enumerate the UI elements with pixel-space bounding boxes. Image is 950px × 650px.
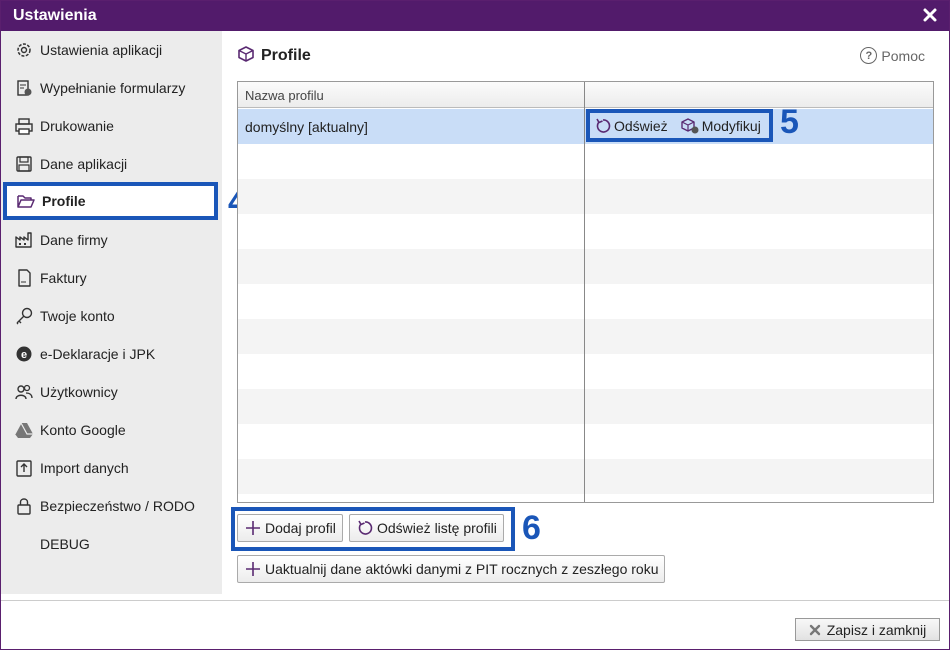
add-profile-button[interactable]: Dodaj profil <box>237 514 343 542</box>
sidebar-item-label: Bezpieczeństwo / RODO <box>40 498 195 514</box>
help-link[interactable]: ? Pomoc <box>860 47 925 64</box>
modify-row-label: Modyfikuj <box>701 117 761 134</box>
column-divider <box>584 82 585 502</box>
profile-name-cell: domyślny [aktualny] <box>245 119 368 135</box>
sidebar-item-uzytkownicy[interactable]: Użytkownicy <box>1 373 222 411</box>
sidebar-item-label: Drukowanie <box>40 118 114 134</box>
sidebar-item-label: Dane firmy <box>40 232 108 248</box>
users-icon <box>14 382 34 402</box>
help-label: Pomoc <box>881 47 925 64</box>
sidebar-item-label: Użytkownicy <box>40 384 118 400</box>
close-icon[interactable] <box>921 6 939 24</box>
sidebar-item-label: e-Deklaracje i JPK <box>40 346 156 362</box>
table-row-empty <box>238 459 933 494</box>
callout-5: 5 <box>780 103 799 141</box>
sidebar-item-label: Konto Google <box>40 422 126 438</box>
google-drive-icon <box>14 420 34 440</box>
table-row-empty <box>238 249 933 284</box>
window-title: Ustawienia <box>13 7 97 24</box>
save-and-close-label: Zapisz i zamknij <box>826 621 927 638</box>
sidebar-item-konto-google[interactable]: Konto Google <box>1 411 222 449</box>
save-and-close-button[interactable]: Zapisz i zamknij <box>795 618 940 641</box>
table-row-empty <box>238 319 933 354</box>
page-header: Profile <box>237 45 311 66</box>
refresh-list-label: Odśwież listę profili <box>377 520 497 536</box>
footer-divider <box>1 600 949 601</box>
profiles-table: Nazwa profilu domyślny [aktualny] <box>237 81 934 503</box>
update-pit-label: Uaktualnij dane aktówki danymi z PIT roc… <box>265 561 659 577</box>
sidebar-item-label: Faktury <box>40 270 87 286</box>
table-row-empty <box>238 284 933 319</box>
sidebar-item-faktury[interactable]: Faktury <box>1 259 222 297</box>
e-declaration-icon: e <box>14 344 34 364</box>
sidebar-item-label: Profile <box>42 193 86 209</box>
table-header: Nazwa profilu <box>238 82 933 108</box>
close-x-icon <box>809 624 820 635</box>
key-icon <box>14 306 34 326</box>
help-question-icon: ? <box>860 47 878 64</box>
sidebar-item-drukowanie[interactable]: Drukowanie <box>1 107 222 145</box>
table-row-empty <box>238 144 933 179</box>
invoice-icon <box>14 268 34 288</box>
table-row-empty <box>238 179 933 214</box>
title-bar: Ustawienia <box>1 1 949 31</box>
sidebar-item-e-deklaracje[interactable]: e e-Deklaracje i JPK <box>1 335 222 373</box>
import-icon <box>14 458 34 478</box>
printer-icon <box>14 116 34 136</box>
sidebar-item-bezpieczenstwo[interactable]: Bezpieczeństwo / RODO <box>1 487 222 525</box>
settings-window: Ustawienia Ustawienia aplikacji Wypełnia… <box>0 0 950 650</box>
sidebar-item-label: Ustawienia aplikacji <box>40 42 163 58</box>
sidebar-item-dane-aplikacji[interactable]: Dane aplikacji <box>1 145 222 183</box>
plus-icon <box>246 521 260 535</box>
page-title: Profile <box>261 46 311 64</box>
table-row-empty <box>238 424 933 459</box>
lock-icon <box>14 496 34 516</box>
refresh-list-button[interactable]: Odśwież listę profili <box>349 514 504 542</box>
svg-text:e: e <box>21 349 27 361</box>
sidebar-item-label: Twoje konto <box>40 308 115 324</box>
refresh-icon <box>358 520 373 535</box>
table-row-empty <box>238 389 933 424</box>
sidebar-item-wypelnianie-formularzy[interactable]: Wypełnianie formularzy <box>1 69 222 107</box>
sidebar-item-import-danych[interactable]: Import danych <box>1 449 222 487</box>
sidebar-item-label: Dane aplikacji <box>40 156 128 172</box>
sidebar-item-label: Wypełnianie formularzy <box>40 80 186 96</box>
row-actions: Odśwież Modyfikuj <box>586 109 773 142</box>
sidebar-item-twoje-konto[interactable]: Twoje konto <box>1 297 222 335</box>
save-disk-icon <box>14 154 34 174</box>
callout-6: 6 <box>522 509 541 547</box>
sidebar-item-profile[interactable]: Profile <box>3 182 218 220</box>
refresh-row-label: Odśwież <box>614 117 668 134</box>
update-pit-button[interactable]: Uaktualnij dane aktówki danymi z PIT roc… <box>237 555 666 583</box>
sidebar-item-label: Import danych <box>40 460 129 476</box>
sidebar-item-debug[interactable]: DEBUG <box>1 525 222 563</box>
add-profile-label: Dodaj profil <box>265 520 336 536</box>
refresh-row-button[interactable]: Odśwież <box>594 117 668 135</box>
sidebar-item-label: DEBUG <box>40 536 90 552</box>
table-row-empty <box>238 214 933 249</box>
profile-cube-icon <box>237 45 255 66</box>
column-header-profile-name[interactable]: Nazwa profilu <box>245 88 324 103</box>
sidebar: Ustawienia aplikacji Wypełnianie formula… <box>1 31 222 594</box>
sidebar-item-dane-firmy[interactable]: Dane firmy <box>1 221 222 259</box>
factory-icon <box>14 230 34 250</box>
table-row-empty <box>238 354 933 389</box>
form-fill-icon <box>14 78 34 98</box>
plus-icon <box>246 562 260 576</box>
gear-icon <box>14 40 34 60</box>
sidebar-item-ustawienia-aplikacji[interactable]: Ustawienia aplikacji <box>1 31 222 69</box>
folder-open-icon <box>16 191 36 211</box>
modify-row-button[interactable]: Modyfikuj <box>680 117 761 135</box>
